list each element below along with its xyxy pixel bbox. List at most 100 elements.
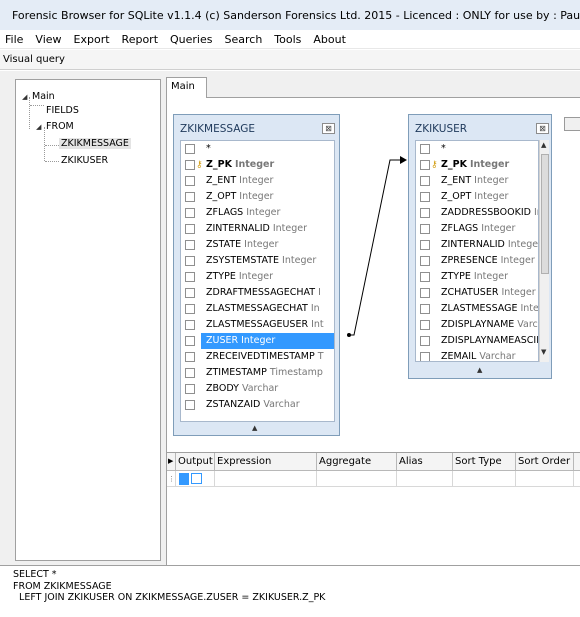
scrollbar-thumb[interactable] [541,154,549,274]
field-row-message[interactable]: ZTYPE Integer [181,269,334,285]
field-checkbox[interactable] [420,288,430,298]
tree-node-table-user[interactable]: ZKIKUSER [61,154,108,168]
close-icon[interactable]: ⊠ [322,123,335,134]
scroll-down-arrow-icon[interactable]: ▼ [541,348,546,356]
grid-cell-expression[interactable] [215,471,317,487]
menu-about[interactable]: About [313,33,346,46]
tab-main[interactable]: Main [166,77,207,98]
output-checkbox[interactable] [191,473,202,484]
field-row-user[interactable]: Z_ENT Integer [416,173,538,189]
field-checkbox[interactable] [420,352,430,361]
field-list-zkikmessage[interactable]: * ⚷ Z_PK Integer Z_ENT Integer Z_OPT Integer ZFL… [180,140,335,422]
field-row-message[interactable]: ZUSER Integer [181,333,334,349]
field-row-message[interactable]: ⚷ Z_PK Integer [181,157,334,173]
field-checkbox[interactable] [185,320,195,330]
field-checkbox[interactable] [185,256,195,266]
field-row-message[interactable]: ZBODY Varchar [181,381,334,397]
grid-column-sort-type[interactable]: Sort Type [453,453,516,471]
field-checkbox[interactable] [420,208,430,218]
field-row-user[interactable]: ⚷ Z_PK Integer [416,157,538,173]
tree-node-main[interactable]: ◢ Main [22,90,55,104]
grid-column-expression[interactable]: Expression [215,453,317,471]
field-row-message[interactable]: Z_ENT Integer [181,173,334,189]
menu-tools[interactable]: Tools [274,33,301,46]
field-checkbox[interactable] [185,240,195,250]
scroll-down-icon[interactable]: ▲ [252,424,257,432]
field-checkbox[interactable] [420,192,430,202]
field-checkbox[interactable] [185,288,195,298]
field-row-user[interactable]: ZEMAIL Varchar [416,349,538,361]
field-row-user[interactable]: ZFLAGS Integer [416,221,538,237]
field-checkbox[interactable] [185,192,195,202]
tree-collapse-icon[interactable]: ◢ [22,90,32,104]
field-row-message[interactable]: ZLASTMESSAGEUSER Int [181,317,334,333]
field-checkbox[interactable] [185,304,195,314]
field-checkbox[interactable] [185,208,195,218]
query-tree[interactable]: ◢ Main FIELDS ◢ FROM ZKIKMESSAGE ZKIKUSER [15,79,161,561]
table-box-zkikuser[interactable]: ZKIKUSER ⊠ * ⚷ Z_PK Integer Z_ENT Integer Z_OP… [408,114,552,379]
menu-export[interactable]: Export [74,33,110,46]
field-checkbox[interactable] [185,176,195,186]
grid-cell-sort-type[interactable] [453,471,516,487]
table-box-zkikmessage[interactable]: ZKIKMESSAGE ⊠ * ⚷ Z_PK Integer Z_ENT Integer Z… [173,114,340,436]
grid-column-sort-order[interactable]: Sort Order [516,453,574,471]
partial-table-box[interactable] [564,117,580,131]
field-row-message[interactable]: ZDRAFTMESSAGECHAT I [181,285,334,301]
menu-report[interactable]: Report [122,33,158,46]
field-row-message[interactable]: ZSTATE Integer [181,237,334,253]
field-row-message[interactable]: ZLASTMESSAGECHAT In [181,301,334,317]
field-checkbox[interactable] [420,336,430,346]
menu-queries[interactable]: Queries [170,33,212,46]
tree-node-fields[interactable]: FIELDS [46,104,79,118]
field-row-message[interactable]: ZSYSTEMSTATE Integer [181,253,334,269]
query-grid[interactable]: ▶ Output Expression Aggregate Alias Sort… [167,452,580,565]
field-row-user[interactable]: ZCHATUSER Integer [416,285,538,301]
field-checkbox[interactable] [185,384,195,394]
field-list-zkikuser[interactable]: * ⚷ Z_PK Integer Z_ENT Integer Z_OPT Integer ZAD… [415,140,539,362]
field-checkbox[interactable] [185,144,195,154]
field-row-user[interactable]: ZADDRESSBOOKIDIr [416,205,538,221]
field-checkbox[interactable] [420,224,430,234]
close-icon[interactable]: ⊠ [536,123,549,134]
field-row-user[interactable]: ZDISPLAYNAME Varcl [416,317,538,333]
menu-search[interactable]: Search [225,33,263,46]
menu-file[interactable]: File [5,33,23,46]
tree-node-table-message[interactable]: ZKIKMESSAGE [59,137,131,151]
grid-column-aggregate[interactable]: Aggregate [317,453,397,471]
grid-column-alias[interactable]: Alias [397,453,453,471]
field-checkbox[interactable] [420,144,430,154]
menu-view[interactable]: View [35,33,61,46]
grid-cell-output[interactable] [176,471,215,487]
field-row-message[interactable]: ZTIMESTAMP Timestamp [181,365,334,381]
field-checkbox[interactable] [420,256,430,266]
field-row-message[interactable]: ZRECEIVEDTIMESTAMP T [181,349,334,365]
field-checkbox[interactable] [185,368,195,378]
field-row-user[interactable]: ZPRESENCE Integer [416,253,538,269]
vertical-scrollbar[interactable]: ▲ ▼ [539,140,549,362]
field-checkbox[interactable] [420,304,430,314]
field-row-user[interactable]: ZLASTMESSAGEIntege [416,301,538,317]
field-checkbox[interactable] [420,240,430,250]
field-checkbox[interactable] [185,272,195,282]
field-checkbox[interactable] [420,272,430,282]
field-checkbox[interactable] [185,400,195,410]
query-diagram-canvas[interactable]: ZKIKMESSAGE ⊠ * ⚷ Z_PK Integer Z_ENT Integer Z… [167,98,580,450]
grid-cell-alias[interactable] [397,471,453,487]
field-checkbox[interactable] [185,352,195,362]
field-row-user[interactable]: * [416,141,538,157]
field-row-message[interactable]: Z_OPT Integer [181,189,334,205]
field-row-user[interactable]: ZDISPLAYNAMEASCII [416,333,538,349]
grid-cell-sort-order[interactable] [516,471,574,487]
field-checkbox[interactable] [185,160,195,170]
field-checkbox[interactable] [185,224,195,234]
tree-collapse-icon[interactable]: ◢ [36,120,46,134]
field-row-user[interactable]: Z_OPT Integer [416,189,538,205]
field-row-message[interactable]: ZINTERNALID Integer [181,221,334,237]
grid-column-output[interactable]: Output [176,453,215,471]
field-row-message[interactable]: * [181,141,334,157]
tree-node-from[interactable]: ◢ FROM [36,120,74,134]
grid-row[interactable]: ⋮ [167,471,580,487]
field-checkbox[interactable] [420,160,430,170]
field-row-user[interactable]: ZTYPE Integer [416,269,538,285]
field-checkbox[interactable] [420,176,430,186]
